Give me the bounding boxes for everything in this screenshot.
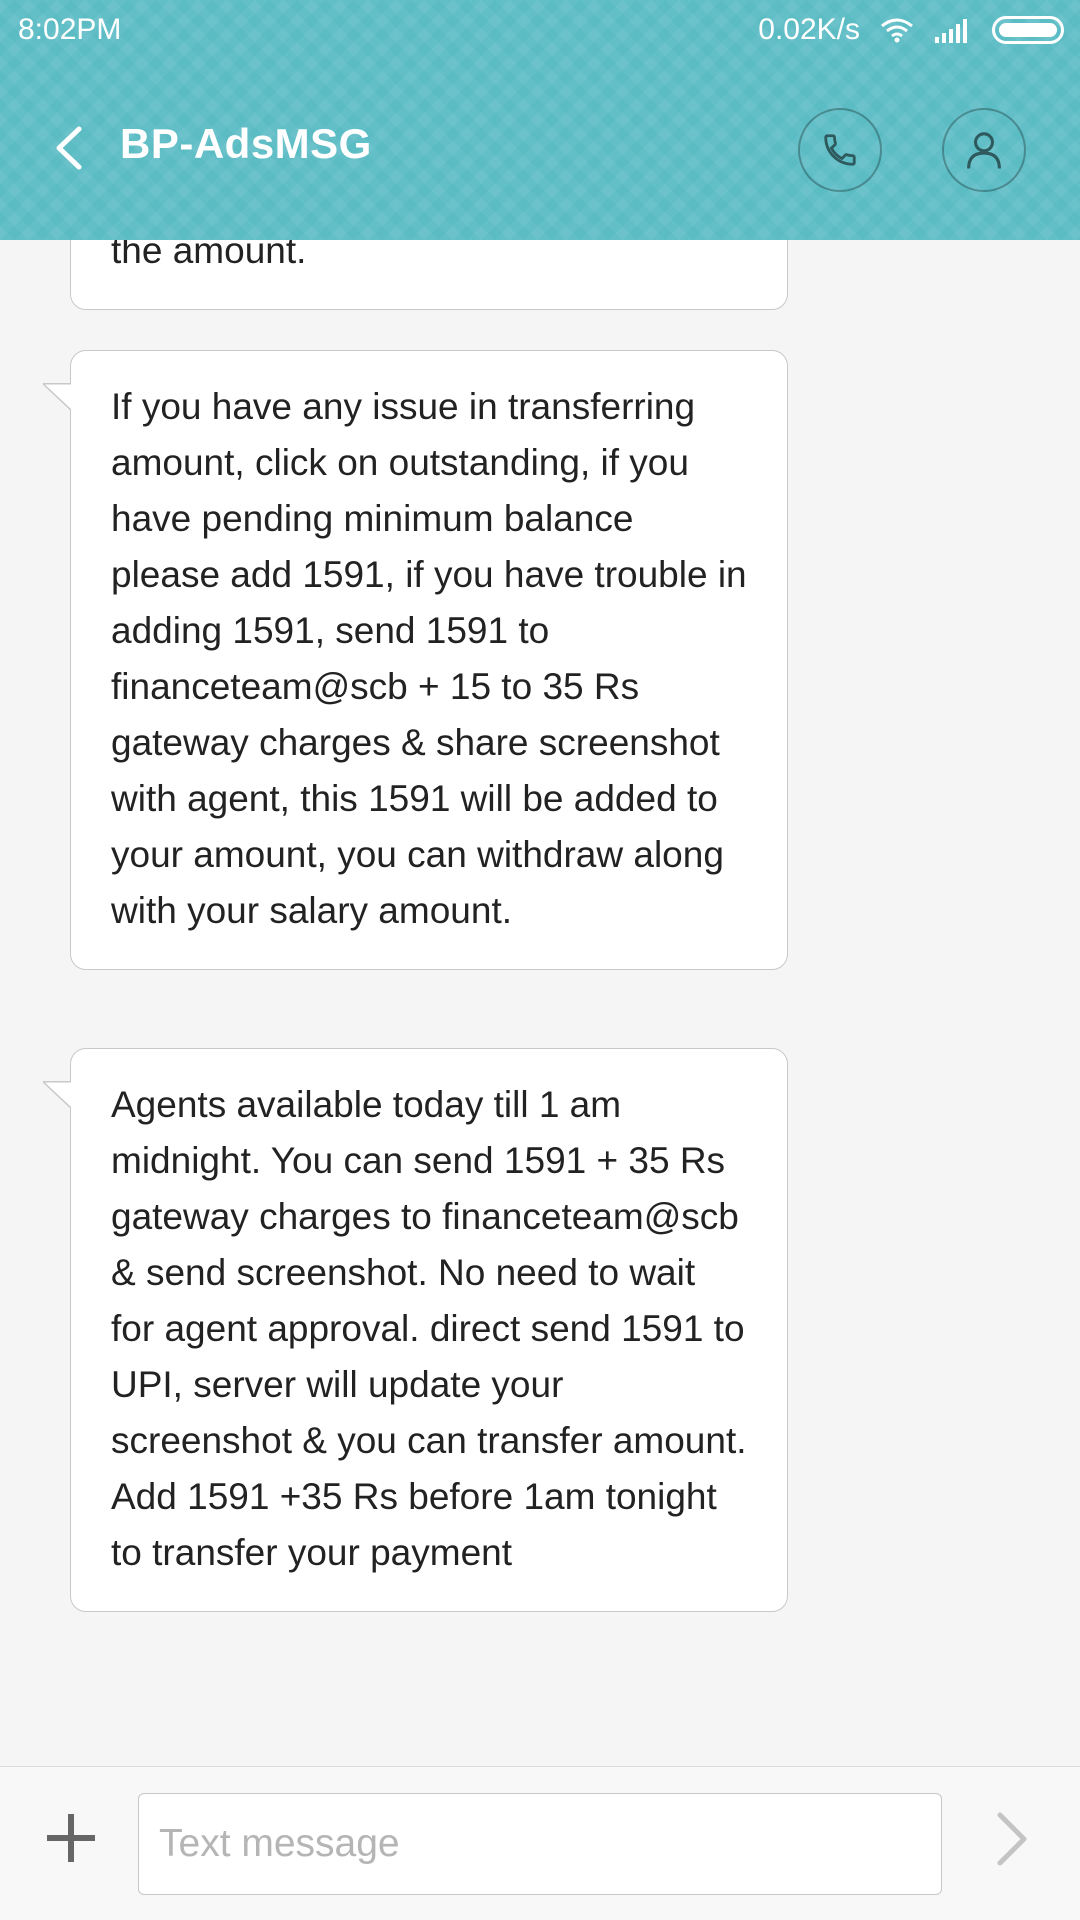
app-header: 8:02PM 0.02K/s BP-AdsMSG: [0, 0, 1080, 240]
signal-icon: [935, 19, 967, 43]
message-bubble[interactable]: the amount.: [70, 240, 788, 310]
message-input[interactable]: [138, 1793, 942, 1895]
message-bubble[interactable]: If you have any issue in transferring am…: [43, 350, 788, 970]
message-bubble[interactable]: Agents available today till 1 am midnigh…: [43, 1048, 788, 1612]
message-list[interactable]: the amount. If you have any issue in tra…: [0, 240, 1080, 1766]
message-composer: [0, 1766, 1080, 1920]
call-button[interactable]: [798, 108, 882, 192]
title-bar: BP-AdsMSG: [0, 90, 1080, 220]
conversation-title: BP-AdsMSG: [120, 120, 372, 167]
chevron-left-icon: [56, 126, 82, 170]
back-button[interactable]: [38, 118, 98, 178]
phone-icon: [824, 134, 856, 166]
chevron-right-icon[interactable]: [990, 1807, 1034, 1871]
battery-icon: [992, 16, 1064, 44]
contact-button[interactable]: [942, 108, 1026, 192]
wifi-icon: [881, 18, 913, 43]
bubble-tail: [43, 383, 71, 411]
plus-icon[interactable]: [44, 1811, 98, 1865]
network-speed: 0.02K/s: [758, 13, 860, 46]
status-indicators: 0.02K/s: [758, 13, 1064, 47]
person-icon: [967, 132, 1001, 169]
message-text: the amount.: [111, 240, 307, 271]
message-text: Agents available today till 1 am midnigh…: [111, 1084, 747, 1573]
message-text: If you have any issue in transferring am…: [111, 386, 747, 931]
bubble-tail: [43, 1081, 71, 1109]
status-bar: 8:02PM 0.02K/s: [0, 0, 1080, 60]
status-time: 8:02PM: [18, 13, 122, 46]
